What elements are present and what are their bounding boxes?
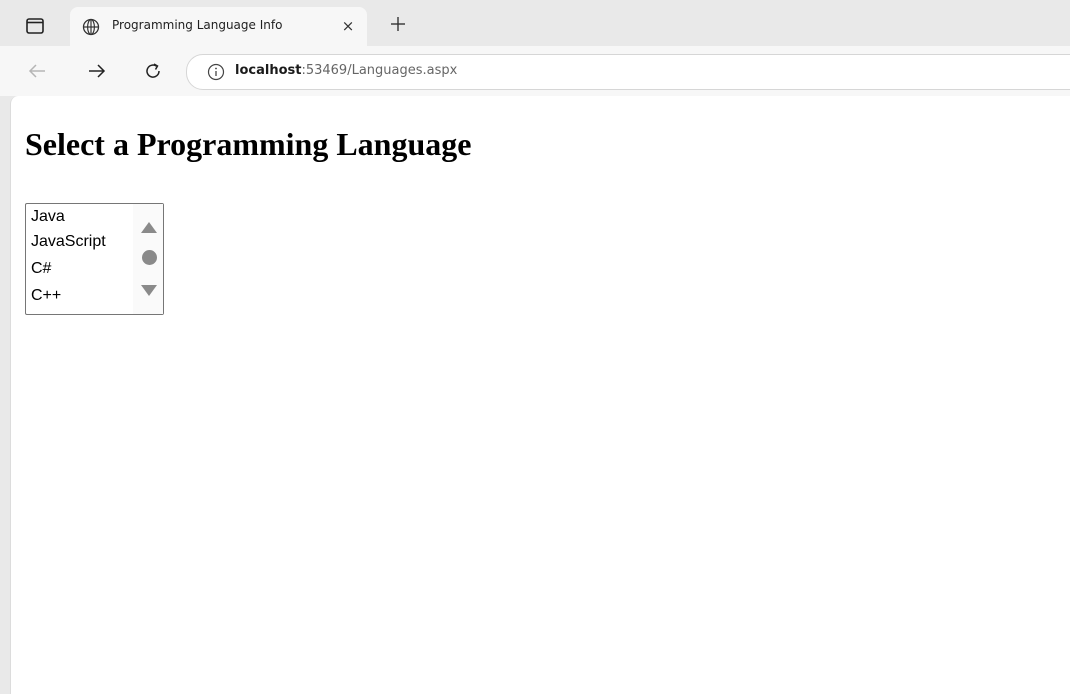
forward-arrow-icon[interactable]	[82, 56, 112, 86]
back-arrow-icon[interactable]	[22, 56, 52, 86]
reload-icon[interactable]	[138, 56, 168, 86]
page-content: Select a Programming Language Java JavaS…	[10, 96, 1070, 694]
browser-window: Programming Language Info × localhost:53…	[0, 0, 1070, 694]
listbox-scrollbar[interactable]	[133, 204, 163, 314]
list-option-java[interactable]: Java	[31, 207, 65, 226]
info-icon[interactable]	[207, 63, 225, 81]
globe-icon	[82, 18, 100, 36]
url-path: :53469/Languages.aspx	[301, 63, 458, 78]
address-bar[interactable]: localhost:53469/Languages.aspx	[186, 54, 1070, 90]
scroll-thumb[interactable]	[142, 250, 157, 265]
list-option-cpp[interactable]: C++	[31, 286, 61, 305]
tab-strip: Programming Language Info ×	[0, 0, 1070, 46]
list-option-csharp[interactable]: C#	[31, 259, 51, 278]
tab-close-icon[interactable]: ×	[339, 17, 357, 35]
browser-toolbar: localhost:53469/Languages.aspx	[0, 46, 1070, 96]
scroll-down-arrow-icon[interactable]	[140, 282, 158, 296]
tab-active[interactable]: Programming Language Info ×	[70, 7, 367, 46]
url-text[interactable]: localhost:53469/Languages.aspx	[235, 63, 457, 78]
page-title: Select a Programming Language	[25, 126, 472, 162]
url-host: localhost	[235, 63, 302, 78]
list-option-javascript[interactable]: JavaScript	[31, 232, 106, 251]
language-listbox[interactable]: Java JavaScript C# C++	[25, 203, 164, 315]
tab-title: Programming Language Info	[112, 18, 283, 32]
sidebar-toggle-icon[interactable]	[22, 15, 48, 37]
new-tab-icon[interactable]	[386, 12, 410, 36]
scroll-up-arrow-icon[interactable]	[140, 220, 158, 234]
